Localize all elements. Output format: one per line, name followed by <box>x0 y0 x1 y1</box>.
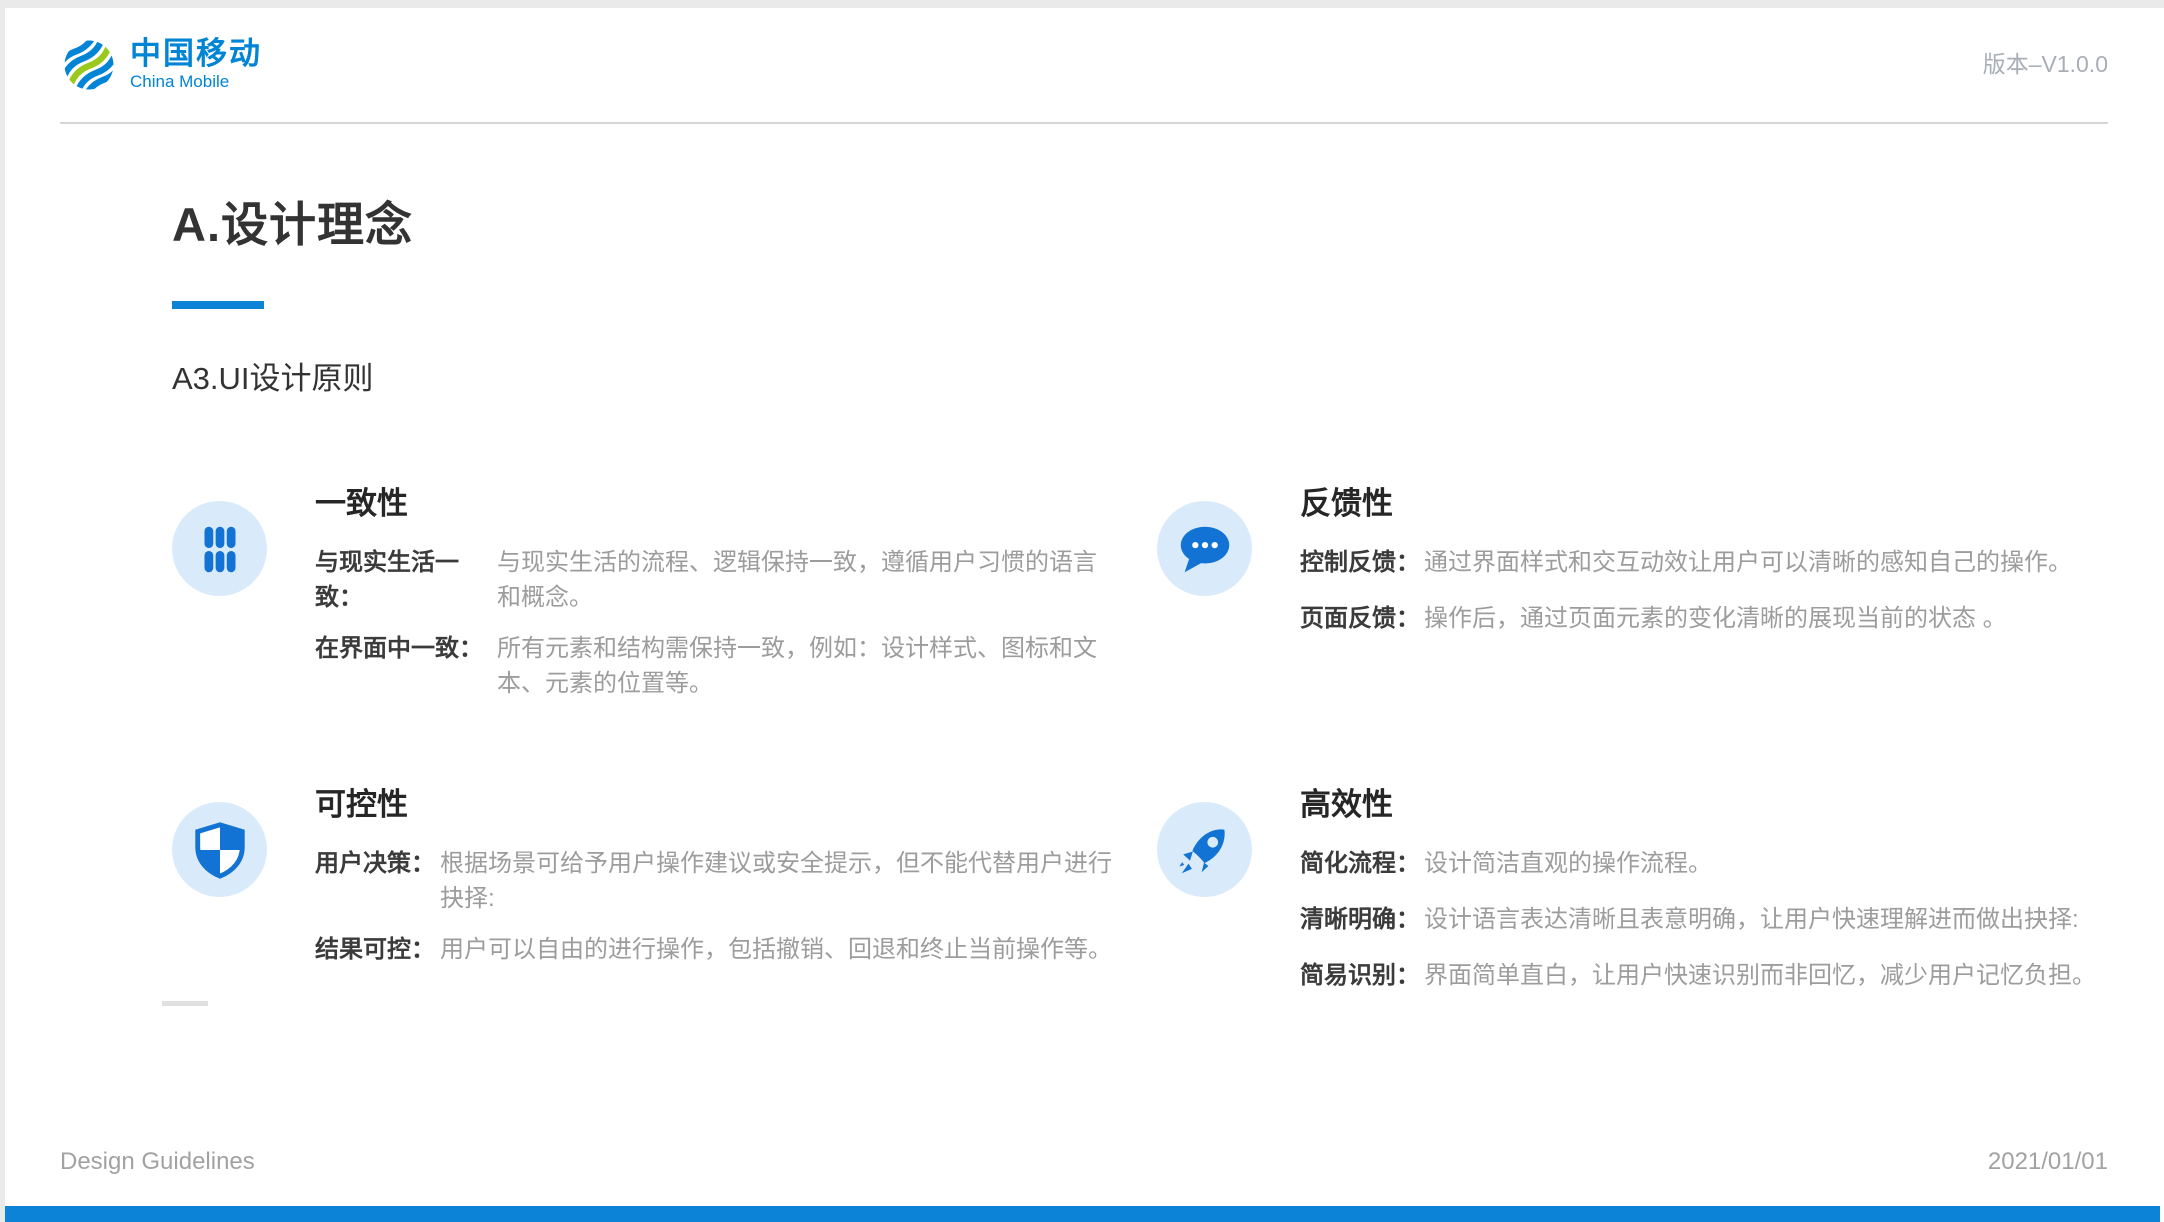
principle-title: 反馈性 <box>1300 478 2072 523</box>
page-subtitle: A3.UI设计原则 <box>172 353 2108 398</box>
row-label: 控制反馈： <box>1300 545 1424 580</box>
row-desc: 设计语言表达清晰且表意明确，让用户快速理解进而做出抉择: <box>1424 902 2079 937</box>
principle-row: 页面反馈： 操作后，通过页面元素的变化清晰的展现当前的状态 。 <box>1300 601 2072 636</box>
principle-row: 简化流程： 设计简洁直观的操作流程。 <box>1300 846 2096 881</box>
china-mobile-logo-icon <box>60 36 118 94</box>
logo-text-cn: 中国移动 <box>130 38 262 71</box>
principle-row: 在界面中一致： 所有元素和结构需保持一致，例如：设计样式、图标和文 本、元素的位… <box>315 631 1097 701</box>
main-content: A.设计理念 A3.UI设计原则 一致性 <box>172 186 2108 1014</box>
principle-row: 与现实生活一致： 与现实生活的流程、逻辑保持一致，遵循用户习惯的语言 和概念。 <box>315 545 1097 615</box>
principle-feedback: 反馈性 控制反馈： 通过界面样式和交互动效让用户可以清晰的感知自己的操作。 页面… <box>1157 478 2108 717</box>
row-label: 简化流程： <box>1300 846 1424 881</box>
principle-title: 一致性 <box>315 478 1097 523</box>
rocket-icon <box>1174 819 1236 881</box>
row-desc: 用户可以自由的进行操作，包括撤销、回退和终止当前操作等。 <box>440 932 1112 967</box>
chat-bubble-icon <box>1174 518 1236 580</box>
principle-row: 用户决策： 根据场景可给予用户操作建议或安全提示，但不能代替用户进行 抉择: <box>315 846 1112 916</box>
footer-left-label: Design Guidelines <box>60 1148 255 1176</box>
principles-grid: 一致性 与现实生活一致： 与现实生活的流程、逻辑保持一致，遵循用户习惯的语言 和… <box>172 478 2108 1014</box>
slide-page: 中国移动 China Mobile 版本–V1.0.0 A.设计理念 A3.UI… <box>5 8 2164 1222</box>
principle-row: 清晰明确： 设计语言表达清晰且表意明确，让用户快速理解进而做出抉择: <box>1300 902 2096 937</box>
row-desc: 所有元素和结构需保持一致，例如：设计样式、图标和文 本、元素的位置等。 <box>497 631 1097 701</box>
decorative-dash <box>162 1001 208 1006</box>
efficiency-icon-circle <box>1157 802 1252 897</box>
title-underline <box>172 301 264 309</box>
row-label: 在界面中一致： <box>315 631 497 701</box>
row-desc: 通过界面样式和交互动效让用户可以清晰的感知自己的操作。 <box>1424 545 2072 580</box>
header: 中国移动 China Mobile 版本–V1.0.0 <box>60 8 2108 124</box>
principle-title: 可控性 <box>315 779 1112 824</box>
principle-efficiency: 高效性 简化流程： 设计简洁直观的操作流程。 清晰明确： 设计语言表达清晰且表意… <box>1157 779 2108 1014</box>
row-label: 用户决策： <box>315 846 440 916</box>
row-label: 页面反馈： <box>1300 601 1424 636</box>
consistency-icon-circle <box>172 501 267 596</box>
grid-dots-icon <box>189 518 251 580</box>
principle-row: 控制反馈： 通过界面样式和交互动效让用户可以清晰的感知自己的操作。 <box>1300 545 2072 580</box>
row-desc: 与现实生活的流程、逻辑保持一致，遵循用户习惯的语言 和概念。 <box>497 545 1097 615</box>
row-desc: 根据场景可给予用户操作建议或安全提示，但不能代替用户进行 抉择: <box>440 846 1112 916</box>
principle-controllability: 可控性 用户决策： 根据场景可给予用户操作建议或安全提示，但不能代替用户进行 抉… <box>172 779 1157 1014</box>
row-label: 结果可控： <box>315 932 440 967</box>
principle-title: 高效性 <box>1300 779 2096 824</box>
controllability-icon-circle <box>172 802 267 897</box>
row-desc: 操作后，通过页面元素的变化清晰的展现当前的状态 。 <box>1424 601 2007 636</box>
shield-icon <box>189 819 251 881</box>
row-label: 清晰明确： <box>1300 902 1424 937</box>
row-label: 简易识别： <box>1300 958 1424 993</box>
row-desc: 设计简洁直观的操作流程。 <box>1424 846 1712 881</box>
principle-row: 简易识别： 界面简单直白，让用户快速识别而非回忆，减少用户记忆负担。 <box>1300 958 2096 993</box>
footer: Design Guidelines 2021/01/01 <box>60 1148 2108 1176</box>
feedback-icon-circle <box>1157 501 1252 596</box>
version-label: 版本–V1.0.0 <box>1983 45 2108 79</box>
row-label: 与现实生活一致： <box>315 545 497 615</box>
logo-text-en: China Mobile <box>130 72 262 92</box>
row-desc: 界面简单直白，让用户快速识别而非回忆，减少用户记忆负担。 <box>1424 958 2096 993</box>
principle-consistency: 一致性 与现实生活一致： 与现实生活的流程、逻辑保持一致，遵循用户习惯的语言 和… <box>172 478 1157 717</box>
china-mobile-logo: 中国移动 China Mobile <box>60 36 262 94</box>
bottom-accent-bar <box>5 1206 2160 1222</box>
principle-row: 结果可控： 用户可以自由的进行操作，包括撤销、回退和终止当前操作等。 <box>315 932 1112 967</box>
page-title: A.设计理念 <box>172 186 2108 255</box>
footer-date: 2021/01/01 <box>1988 1148 2108 1176</box>
